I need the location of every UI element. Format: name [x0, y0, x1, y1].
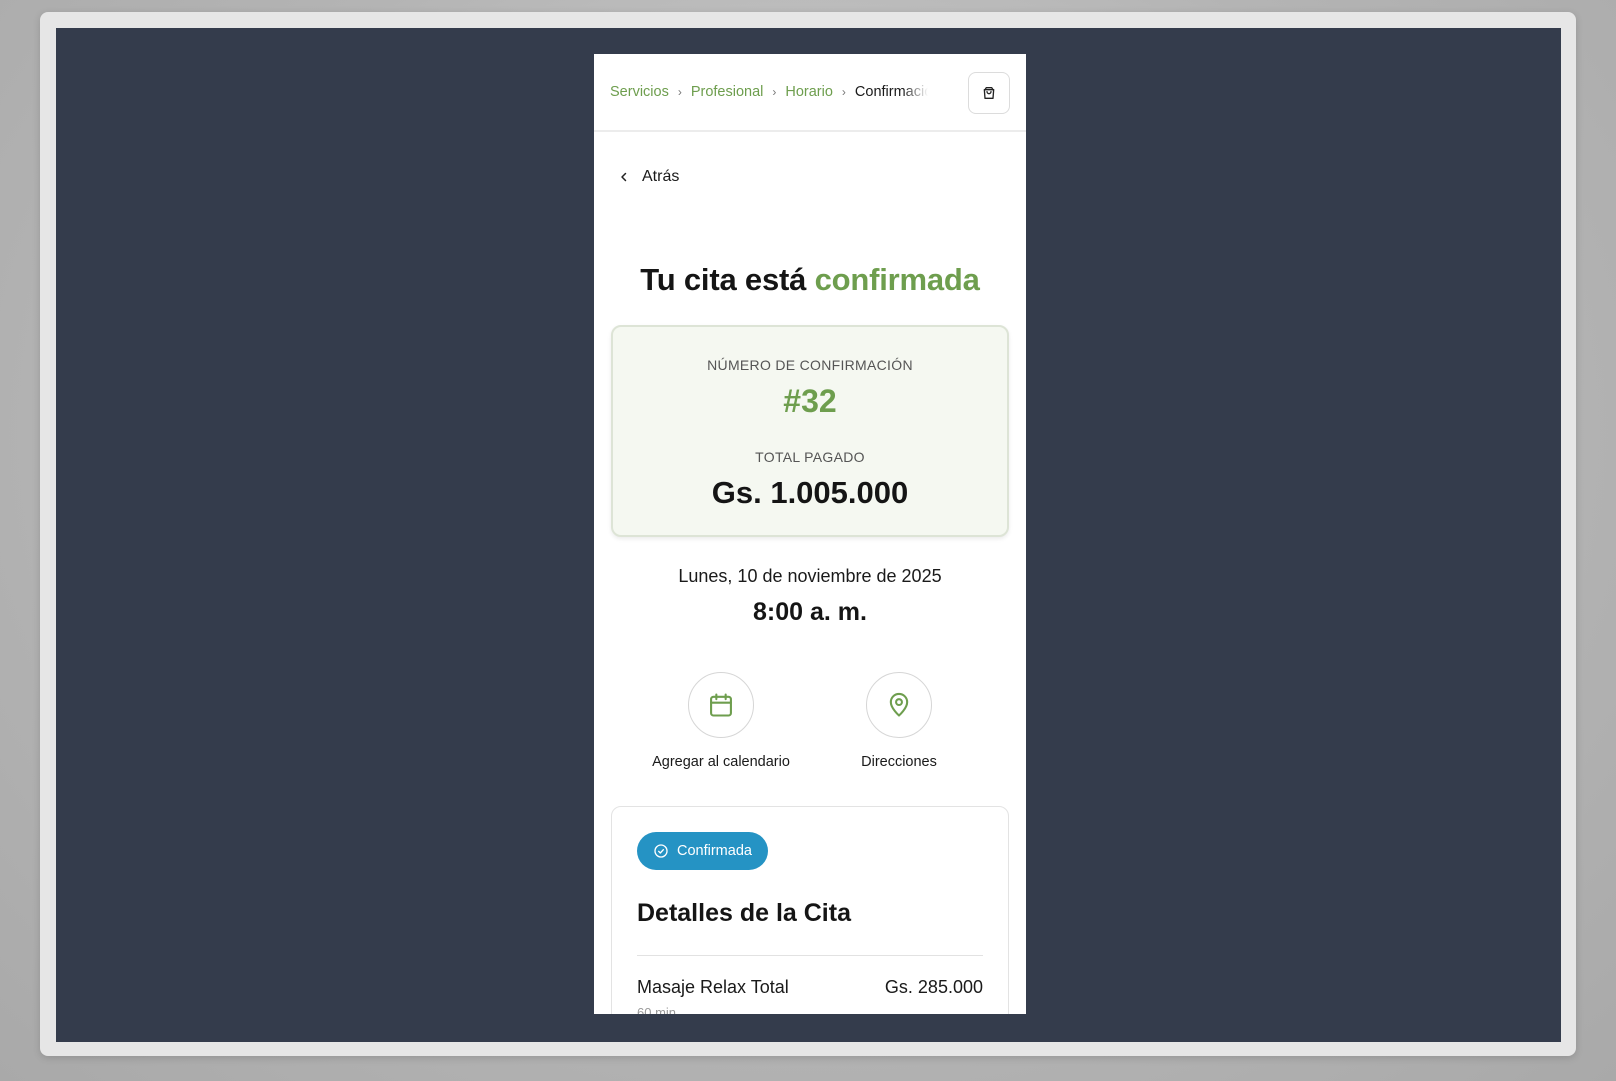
- location-icon-circle[interactable]: [866, 672, 932, 738]
- service-name: Masaje Relax Total: [637, 977, 789, 997]
- page-title: Tu cita está confirmada: [594, 262, 1026, 298]
- breadcrumb-separator: ›: [841, 85, 846, 99]
- cart-button[interactable]: [968, 72, 1010, 114]
- mobile-viewport: Servicios › Profesional › Horario › Conf…: [594, 54, 1026, 1014]
- confirmation-number: #32: [783, 383, 837, 419]
- shopping-bag-icon: [983, 87, 995, 99]
- check-circle-icon: [654, 844, 668, 858]
- title-accent: confirmada: [814, 262, 980, 297]
- chevron-left-icon: [621, 172, 627, 182]
- total-paid-label: TOTAL PAGADO: [755, 449, 865, 465]
- breadcrumb: Servicios › Profesional › Horario › Conf…: [610, 84, 928, 100]
- service-price: Gs. 285.000: [884, 977, 983, 997]
- add-to-calendar-button[interactable]: Agregar al calendario: [646, 672, 796, 770]
- breadcrumb-servicios[interactable]: Servicios: [610, 84, 669, 100]
- map-pin-icon: [889, 692, 909, 717]
- back-button[interactable]: Atrás: [618, 168, 679, 186]
- top-bar: Servicios › Profesional › Horario › Conf…: [594, 54, 1026, 132]
- service-duration: 60 min: [637, 1005, 677, 1014]
- calendar-icon-circle[interactable]: [688, 672, 754, 738]
- confirmation-summary-card: NÚMERO DE CONFIRMACIÓN #32 TOTAL PAGADO …: [611, 325, 1009, 537]
- total-paid-value: Gs. 1.005.000: [711, 475, 909, 510]
- confirmation-number-label: NÚMERO DE CONFIRMACIÓN: [707, 357, 913, 373]
- directions-label: Direcciones: [861, 754, 937, 770]
- add-to-calendar-label: Agregar al calendario: [652, 754, 790, 770]
- breadcrumb-profesional[interactable]: Profesional: [691, 84, 764, 100]
- breadcrumb-confirmacion: Confirmación: [854, 84, 928, 100]
- breadcrumb-separator: ›: [677, 85, 682, 99]
- breadcrumb-horario[interactable]: Horario: [785, 84, 833, 100]
- appointment-date: Lunes, 10 de noviembre de 2025: [678, 566, 942, 586]
- details-title: Detalles de la Cita: [637, 899, 851, 927]
- calendar-icon: [710, 693, 732, 717]
- appointment-details-card: Confirmada Detalles de la Cita Masaje Re…: [611, 806, 1009, 1014]
- status-badge-label: Confirmada: [677, 843, 752, 859]
- breadcrumb-separator: ›: [772, 85, 777, 99]
- status-badge: Confirmada: [637, 832, 768, 870]
- appointment-time: 8:00 a. m.: [753, 598, 867, 626]
- title-prefix: Tu cita está: [640, 262, 807, 297]
- directions-button[interactable]: Direcciones: [824, 672, 974, 770]
- quick-actions: Agregar al calendario Direcciones: [594, 672, 1026, 770]
- divider: [637, 955, 983, 956]
- back-label: Atrás: [642, 168, 680, 185]
